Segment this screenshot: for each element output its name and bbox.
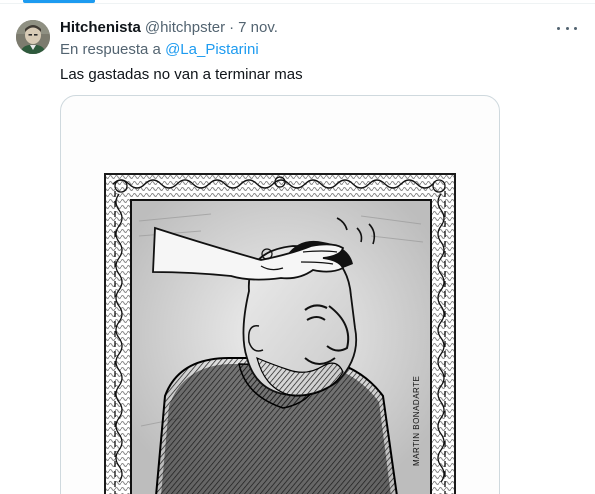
timestamp[interactable]: 7 nov. xyxy=(238,18,278,38)
reply-prefix: En respuesta a xyxy=(60,41,161,58)
more-horizontal-icon xyxy=(557,26,560,30)
user-handle[interactable]: @hitchpster xyxy=(145,18,225,38)
tweet-text: Las gastadas no van a terminar mas xyxy=(60,66,303,83)
more-options-button[interactable] xyxy=(557,22,577,34)
tweet-body: Hitchenista @hitchpster · 7 nov. En resp… xyxy=(60,18,583,85)
display-name[interactable]: Hitchenista xyxy=(60,18,141,38)
tweet-header: Hitchenista @hitchpster · 7 nov. xyxy=(60,18,583,38)
artist-signature: MARTIN BONADARTE xyxy=(412,376,421,466)
avatar-portrait-icon xyxy=(16,20,50,54)
separator-dot: · xyxy=(229,19,235,36)
tweet-media-image[interactable]: MARTIN BONADARTE xyxy=(60,95,500,494)
reply-context: En respuesta a @La_Pistarini xyxy=(60,40,583,60)
reply-mention-link[interactable]: @La_Pistarini xyxy=(165,41,259,58)
avatar[interactable] xyxy=(16,20,50,54)
cartoon-illustration-icon: MARTIN BONADARTE xyxy=(104,173,456,494)
more-horizontal-icon-dot xyxy=(565,26,569,30)
tweet-page: Hitchenista @hitchpster · 7 nov. En resp… xyxy=(0,0,595,494)
more-horizontal-icon-dot xyxy=(574,26,577,30)
top-divider xyxy=(0,3,595,4)
